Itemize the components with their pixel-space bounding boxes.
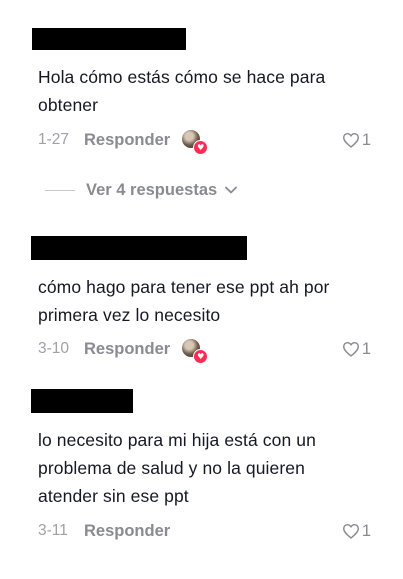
reply-button[interactable]: Responder [84,522,170,541]
like-button[interactable]: 1 [342,519,371,543]
redacted-username [31,389,133,413]
like-count: 1 [361,521,371,540]
comment-text: lo necesito para mi hija está con un pro… [38,430,316,506]
heart-outline-icon [342,523,359,539]
comment-meta: 3-11 Responder [38,519,170,543]
comment-item: lo necesito para mi hija está con un pro… [0,0,403,579]
comment-date: 3-11 [38,522,68,539]
